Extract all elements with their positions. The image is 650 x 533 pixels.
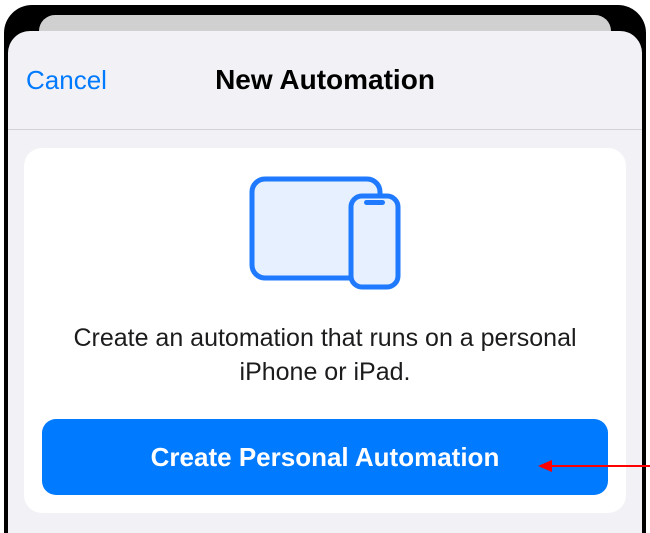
sheet-modal: Cancel New Automation Create an automati… [8, 31, 642, 533]
create-personal-automation-button[interactable]: Create Personal Automation [42, 419, 608, 495]
nav-bar: Cancel New Automation [8, 31, 642, 130]
content-area: Create an automation that runs on a pers… [8, 130, 642, 533]
cancel-button[interactable]: Cancel [26, 65, 107, 96]
card-description: Create an automation that runs on a pers… [42, 321, 608, 389]
page-title: New Automation [215, 64, 435, 96]
personal-automation-card: Create an automation that runs on a pers… [24, 148, 626, 513]
devices-ipad-iphone-icon [247, 174, 403, 297]
